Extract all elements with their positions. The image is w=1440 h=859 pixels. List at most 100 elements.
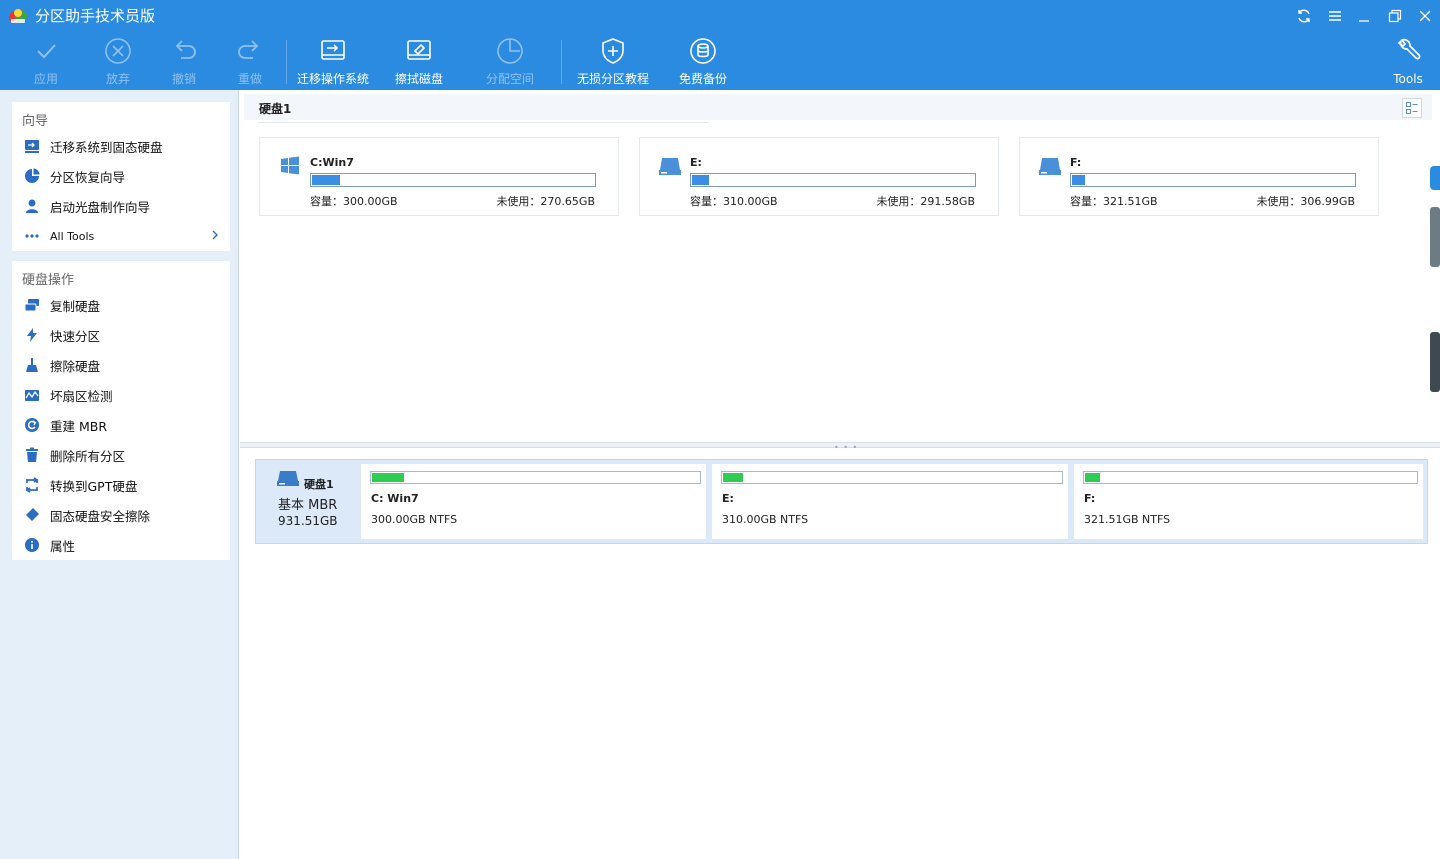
map-usage-bar	[721, 471, 1063, 484]
disk-icon	[277, 471, 299, 486]
disk-map-partition-f[interactable]: F: 321.51GB NTFS	[1074, 464, 1423, 539]
rebuild-icon	[24, 417, 40, 433]
sidebar-item-delete-all-partitions[interactable]: 删除所有分区	[12, 440, 230, 470]
partition-free: 未使用：270.65GB	[496, 195, 595, 208]
disk-ops-title: 硬盘操作	[22, 273, 75, 288]
pane-splitter[interactable]: • • •	[240, 442, 1440, 452]
apply-label: 应用	[33, 72, 58, 86]
sidebar-item-quick-partition[interactable]: 快速分区	[12, 320, 230, 350]
restore-button[interactable]	[1385, 6, 1405, 26]
sidebar-item-label: 坏扇区检测	[50, 388, 113, 404]
splitter-grip-icon: • • •	[834, 443, 859, 452]
sidebar-item-all-tools[interactable]: All Tools	[12, 221, 230, 251]
redo-label: 重做	[237, 72, 262, 86]
drive-icon	[659, 158, 681, 175]
wrench-icon	[1397, 38, 1421, 60]
map-partition-label: C: Win7	[371, 492, 419, 505]
sector-scan-icon	[24, 387, 40, 403]
disk-operations-panel: 硬盘操作 复制硬盘 快速分区 擦除硬盘 坏扇区检测 重建 MBR 删除所有分区 …	[12, 261, 230, 560]
partition-card-f[interactable]: F: 容量：321.51GB 未使用：306.99GB	[1019, 137, 1379, 216]
disk-map-partition-e[interactable]: E: 310.00GB NTFS	[712, 464, 1068, 539]
sidebar-item-ssd-secure-erase[interactable]: 固态硬盘安全擦除	[12, 500, 230, 530]
apply-button[interactable]: 应用	[30, 36, 62, 88]
close-icon	[1419, 10, 1431, 22]
sidebar-item-copy-disk[interactable]: 复制硬盘	[12, 290, 230, 320]
checkmark-icon	[37, 44, 56, 59]
title-bar: 分区助手技术员版	[0, 0, 1440, 32]
sidebar-item-label: 擦除硬盘	[50, 358, 101, 374]
lossless-tutorial-label: 无损分区教程	[576, 72, 649, 86]
refresh-icon	[1298, 9, 1310, 23]
usage-bar	[690, 173, 976, 187]
sidebar-item-rebuild-mbr[interactable]: 重建 MBR	[12, 410, 230, 440]
disk-type: 基本 MBR	[278, 498, 338, 513]
sidebar-item-label: 启动光盘制作向导	[50, 199, 151, 215]
discard-button[interactable]: 放弃	[102, 36, 134, 88]
partition-card-c[interactable]: C:Win7 容量：300.00GB 未使用：270.65GB	[259, 137, 619, 216]
sidebar-item-label: 重建 MBR	[50, 418, 108, 434]
scroll-handle-upper[interactable]	[1430, 207, 1440, 267]
view-toggle-button[interactable]	[1402, 98, 1422, 118]
lightning-icon	[24, 327, 40, 343]
map-partition-fs: 321.51GB NTFS	[1084, 513, 1171, 526]
toolbar-divider	[561, 40, 562, 84]
more-dots-icon	[24, 228, 40, 244]
sidebar-item-convert-gpt[interactable]: 转换到GPT硬盘	[12, 470, 230, 500]
chevron-right-icon	[212, 230, 218, 240]
disk-map-partition-c[interactable]: C: Win7 300.00GB NTFS	[361, 464, 706, 539]
disk-map-row[interactable]: 硬盘1 基本 MBR 931.51GB C: Win7 300.00GB NTF…	[255, 459, 1428, 544]
map-usage-bar-fill	[723, 473, 743, 482]
usage-bar-fill	[692, 175, 709, 185]
convert-icon	[24, 477, 40, 493]
allocate-space-button[interactable]: 分配空间	[483, 36, 537, 88]
map-partition-label: E:	[722, 492, 734, 505]
sidebar-item-properties[interactable]: 属性	[12, 530, 230, 560]
migrate-ssd-icon	[24, 138, 40, 154]
discard-icon	[105, 38, 131, 64]
sidebar-item-label: 固态硬盘安全擦除	[50, 508, 151, 524]
app-logo-icon	[9, 9, 27, 23]
pie-clock-icon	[497, 38, 523, 64]
redo-button[interactable]: 重做	[234, 36, 266, 88]
migrate-os-button[interactable]: 迁移操作系统	[295, 36, 371, 88]
usage-bar	[1070, 173, 1356, 187]
sidebar-item-migrate-ssd[interactable]: 迁移系统到固态硬盘	[12, 131, 230, 161]
partition-capacity: 容量：310.00GB	[690, 195, 778, 208]
partition-card-e[interactable]: E: 容量：310.00GB 未使用：291.58GB	[639, 137, 999, 216]
usage-bar-fill	[1072, 175, 1085, 185]
minimize-button[interactable]	[1354, 6, 1374, 26]
sidebar-item-boot-disc[interactable]: 启动光盘制作向导	[12, 191, 230, 221]
sidebar: 向导 迁移系统到固态硬盘 分区恢复向导 启动光盘制作向导 All Tools 硬…	[0, 90, 239, 859]
map-usage-bar-fill	[372, 473, 404, 482]
sidebar-item-label: 复制硬盘	[50, 298, 101, 314]
tools-button[interactable]: Tools	[1392, 36, 1424, 88]
pie-chart-icon	[24, 168, 40, 184]
wipe-disk-button[interactable]: 擦拭磁盘	[392, 36, 446, 88]
lossless-tutorial-button[interactable]: 无损分区教程	[573, 36, 653, 88]
sidebar-item-label: 属性	[50, 538, 76, 554]
undo-button[interactable]: 撤销	[168, 36, 200, 88]
sidebar-item-partition-recovery[interactable]: 分区恢复向导	[12, 161, 230, 191]
sidebar-item-label: 分区恢复向导	[50, 169, 126, 185]
header-divider	[258, 122, 708, 123]
partition-name: C:Win7	[310, 156, 354, 169]
sidebar-item-label: All Tools	[50, 229, 95, 243]
partition-free: 未使用：306.99GB	[1256, 195, 1355, 208]
map-usage-bar	[370, 471, 701, 484]
windows-icon	[281, 156, 299, 175]
close-button[interactable]	[1415, 6, 1435, 26]
scroll-handle-lower[interactable]	[1430, 332, 1440, 392]
sidebar-item-label: 转换到GPT硬盘	[50, 478, 138, 494]
refresh-button[interactable]	[1294, 6, 1314, 26]
disk-info: 硬盘1 基本 MBR 931.51GB	[256, 460, 358, 543]
undo-icon	[175, 40, 196, 59]
toolbar-divider	[286, 40, 287, 84]
sidebar-item-bad-sector-check[interactable]: 坏扇区检测	[12, 380, 230, 410]
usage-bar-fill	[312, 175, 340, 185]
free-backup-button[interactable]: 免费备份	[676, 36, 730, 88]
side-panel-handle[interactable]	[1430, 166, 1440, 190]
menu-button[interactable]	[1325, 6, 1345, 26]
trash-icon	[24, 447, 40, 463]
shield-plus-icon	[602, 38, 624, 64]
sidebar-item-wipe-disk[interactable]: 擦除硬盘	[12, 350, 230, 380]
